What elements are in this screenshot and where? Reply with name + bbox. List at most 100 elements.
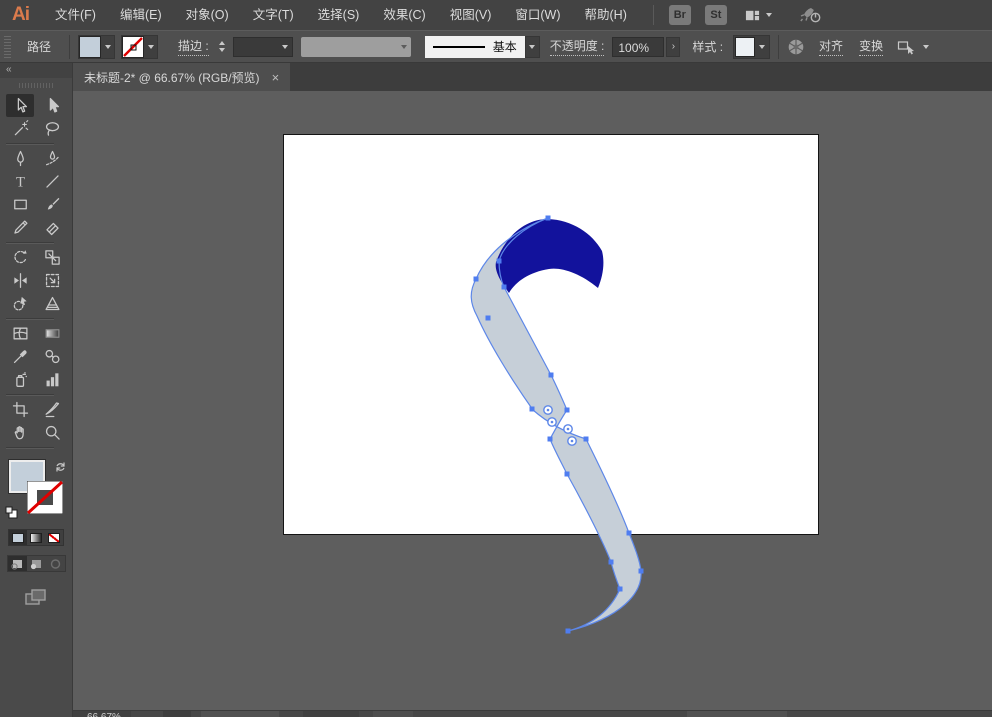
- gpu-performance-button[interactable]: [798, 6, 822, 25]
- menu-item-file[interactable]: 文件(F): [43, 0, 108, 30]
- shape-builder-tool[interactable]: [6, 292, 34, 315]
- menu-item-window[interactable]: 窗口(W): [503, 0, 572, 30]
- gradient-button[interactable]: [27, 530, 45, 545]
- anchor-point[interactable]: [546, 216, 551, 221]
- canvas-pasteboard[interactable]: [73, 91, 992, 710]
- transform-link[interactable]: 变换: [859, 37, 883, 56]
- lasso-tool[interactable]: [38, 117, 66, 140]
- swap-fill-stroke-icon[interactable]: [54, 461, 67, 473]
- color-type-buttons: [8, 529, 64, 546]
- paintbrush-tool[interactable]: [38, 193, 66, 216]
- draw-normal-button[interactable]: [8, 556, 27, 571]
- opacity-input[interactable]: [612, 37, 664, 57]
- anchor-point[interactable]: [627, 531, 632, 536]
- color-button[interactable]: [9, 530, 27, 545]
- panel-grip-icon[interactable]: [19, 83, 53, 88]
- anchor-point[interactable]: [474, 277, 479, 282]
- free-transform-tool[interactable]: [38, 269, 66, 292]
- symbol-sprayer-tool[interactable]: [6, 368, 34, 391]
- anchor-point[interactable]: [565, 472, 570, 477]
- opacity-label[interactable]: 不透明度 :: [550, 37, 605, 56]
- menu-item-edit[interactable]: 编辑(E): [108, 0, 174, 30]
- direct-selection-tool[interactable]: [38, 94, 66, 117]
- separator: [69, 35, 70, 59]
- anchor-point[interactable]: [639, 569, 644, 574]
- scale-tool[interactable]: [38, 246, 66, 269]
- column-graph-tool[interactable]: [38, 368, 66, 391]
- menu-item-help[interactable]: 帮助(H): [573, 0, 639, 30]
- eraser-tool[interactable]: [38, 216, 66, 239]
- stock-button[interactable]: St: [705, 5, 727, 25]
- anchor-point[interactable]: [549, 373, 554, 378]
- close-tab-icon[interactable]: ×: [272, 71, 280, 84]
- draw-behind-button[interactable]: [27, 556, 46, 571]
- crescent-shape-path[interactable]: [496, 219, 604, 293]
- anchor-point[interactable]: [609, 560, 614, 565]
- perspective-grid-tool[interactable]: [38, 292, 66, 315]
- chevron-down-icon[interactable]: [923, 45, 929, 49]
- isolate-selection-icon[interactable]: [897, 38, 917, 55]
- type-tool[interactable]: T: [6, 170, 34, 193]
- fill-color-dropdown[interactable]: [78, 35, 115, 59]
- bridge-button[interactable]: Br: [669, 5, 691, 25]
- recolor-artwork-icon[interactable]: [787, 38, 805, 56]
- graphic-style-swatch[interactable]: [735, 37, 755, 57]
- step-up-icon[interactable]: [219, 41, 225, 45]
- eyedropper-tool[interactable]: [6, 345, 34, 368]
- slice-tool[interactable]: [38, 398, 66, 421]
- rectangle-tool[interactable]: [6, 193, 34, 216]
- graphic-style-dropdown[interactable]: [733, 35, 770, 59]
- selection-tool[interactable]: [6, 94, 34, 117]
- rotate-tool[interactable]: [6, 246, 34, 269]
- width-tool-tool[interactable]: [6, 269, 34, 292]
- workspace-switcher[interactable]: [744, 8, 772, 23]
- screen-mode-button[interactable]: [24, 588, 48, 611]
- artboard-tool[interactable]: [6, 398, 34, 421]
- panel-grip-icon[interactable]: [4, 36, 11, 58]
- anchor-point[interactable]: [618, 587, 623, 592]
- zoom-tool[interactable]: [38, 421, 66, 444]
- stroke-weight-chevron[interactable]: [279, 37, 293, 57]
- mesh-tool[interactable]: [6, 322, 34, 345]
- menu-item-select[interactable]: 选择(S): [306, 0, 372, 30]
- anchor-point[interactable]: [530, 407, 535, 412]
- stroke-proxy-swatch[interactable]: [27, 481, 63, 514]
- anchor-point[interactable]: [486, 316, 491, 321]
- anchor-point[interactable]: [584, 437, 589, 442]
- default-fill-stroke-icon[interactable]: [5, 506, 18, 519]
- anchor-point[interactable]: [548, 437, 553, 442]
- status-zoom-value[interactable]: 66.67%: [87, 712, 121, 717]
- curvature-tool[interactable]: [38, 147, 66, 170]
- document-tab[interactable]: 未标题-2* @ 66.67% (RGB/预览) ×: [73, 63, 290, 91]
- line-segment-tool[interactable]: [38, 170, 66, 193]
- none-button[interactable]: [45, 530, 63, 545]
- hand-tool[interactable]: [6, 421, 34, 444]
- pencil-tool[interactable]: [6, 216, 34, 239]
- stroke-color-dropdown[interactable]: [121, 35, 158, 59]
- menu-item-view[interactable]: 视图(V): [438, 0, 504, 30]
- stroke-weight-label[interactable]: 描边 :: [178, 37, 209, 56]
- align-link[interactable]: 对齐: [819, 37, 843, 56]
- stroke-weight-field[interactable]: [233, 37, 279, 57]
- stroke-none-swatch[interactable]: [122, 36, 144, 58]
- blend-tool[interactable]: [38, 345, 66, 368]
- anchor-point[interactable]: [565, 408, 570, 413]
- opacity-expand-button[interactable]: ›: [666, 37, 680, 57]
- stroke-weight-stepper[interactable]: [219, 36, 231, 58]
- menu-item-type[interactable]: 文字(T): [241, 0, 306, 30]
- variable-width-profile[interactable]: 基本: [425, 36, 540, 58]
- menu-item-effect[interactable]: 效果(C): [371, 0, 437, 30]
- anchor-point[interactable]: [497, 259, 502, 264]
- anchor-point[interactable]: [566, 629, 571, 634]
- pen-tool[interactable]: [6, 147, 34, 170]
- magic-wand-tool[interactable]: [6, 117, 34, 140]
- document-tab-title: 未标题-2* @ 66.67% (RGB/预览): [84, 69, 260, 86]
- tool-group-separator: [6, 447, 54, 448]
- status-segment: [201, 711, 279, 717]
- collapse-panel-button[interactable]: «: [0, 63, 72, 78]
- menu-item-object[interactable]: 对象(O): [174, 0, 241, 30]
- gradient-tool[interactable]: [38, 322, 66, 345]
- anchor-point[interactable]: [502, 285, 507, 290]
- fill-color-swatch[interactable]: [79, 36, 101, 58]
- step-down-icon[interactable]: [219, 48, 225, 52]
